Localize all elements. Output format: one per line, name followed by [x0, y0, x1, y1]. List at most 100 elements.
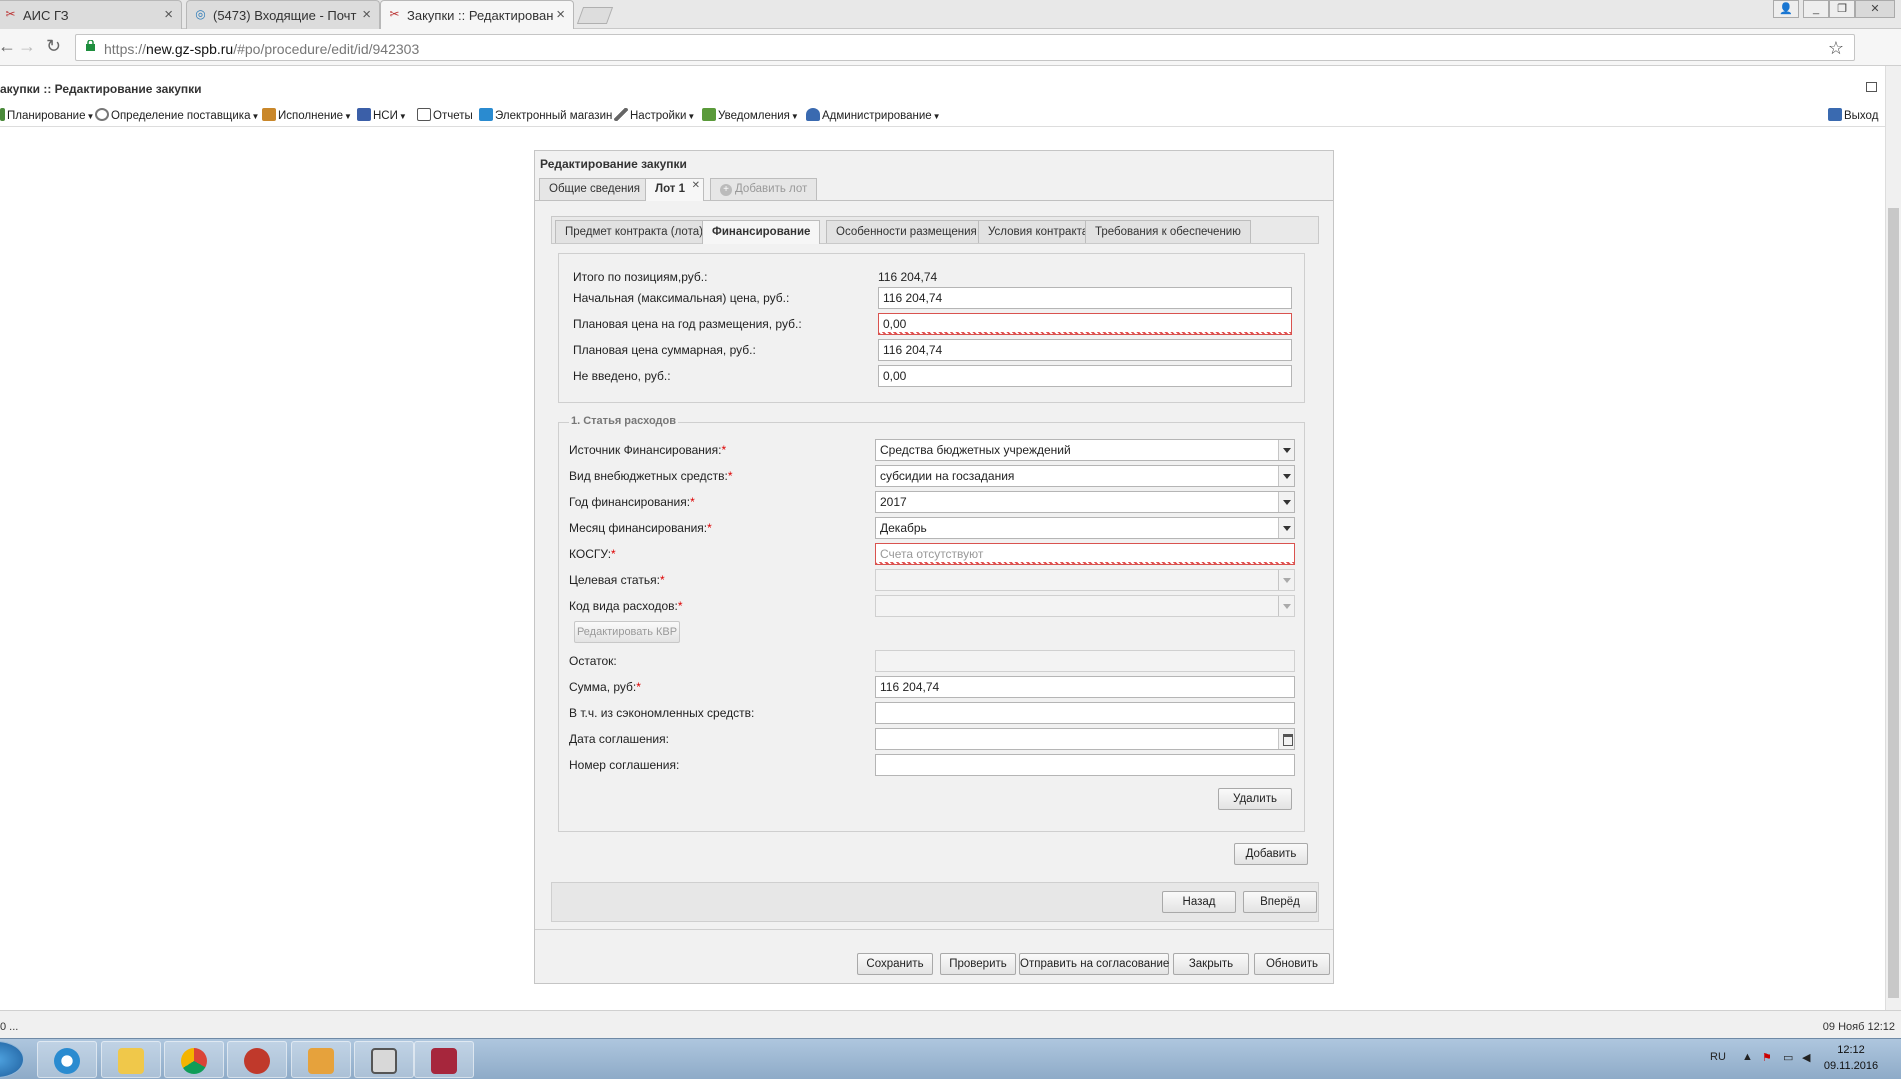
menu-label: Исполнение [278, 110, 344, 122]
window-title: Редактирование закупки [540, 157, 687, 171]
menu-settings[interactable]: Настройки▼ [614, 108, 695, 122]
volume-icon[interactable]: ◀ [1802, 1051, 1810, 1064]
add-button[interactable]: Добавить [1234, 843, 1308, 865]
address-bar[interactable]: https://new.gz-spb.ru/#po/procedure/edit… [75, 34, 1855, 61]
close-window-icon[interactable]: ✕ [1855, 0, 1895, 18]
tab-lot-1[interactable]: Лот 1 ✕ [645, 178, 705, 201]
browser-tab-ais[interactable]: ✂ АИС ГЗ × [0, 0, 182, 29]
tab-contract-terms[interactable]: Условия контракта [978, 220, 1099, 243]
ie-icon [54, 1048, 80, 1074]
chrome-taskbar-icon[interactable] [164, 1041, 224, 1078]
url-scheme: https:// [104, 41, 147, 57]
delete-button[interactable]: Удалить [1218, 788, 1292, 810]
restore-icon[interactable]: ❐ [1829, 0, 1855, 18]
browser-tab-procurement[interactable]: ✂ Закупки :: Редактирован × [380, 0, 574, 29]
chevron-down-icon[interactable] [1278, 518, 1294, 538]
bookmark-star-icon[interactable]: ☆ [1828, 38, 1844, 59]
minimize-icon[interactable]: _ [1803, 0, 1829, 18]
chevron-down-icon[interactable] [1278, 492, 1294, 512]
menu-supplier[interactable]: Определение поставщика▼ [95, 108, 259, 122]
menu-eshop[interactable]: Электронный магазин [479, 108, 612, 122]
tab-financing[interactable]: Финансирование [702, 220, 821, 244]
chevron-down-icon[interactable] [1278, 570, 1294, 590]
items-total-value: 116 204,74 [878, 270, 938, 284]
back-arrow-icon[interactable]: ← [0, 36, 16, 57]
divider [535, 929, 1333, 930]
network-app-taskbar-icon[interactable] [354, 1041, 414, 1078]
browser-tab-mail[interactable]: ◎ (5473) Входящие - Почт × [186, 0, 380, 29]
media-taskbar-icon[interactable] [291, 1041, 351, 1078]
notifications-icon [702, 108, 716, 121]
tab-label: Финансирование [712, 226, 811, 238]
nmc-field[interactable]: 116 204,74 [878, 287, 1292, 309]
taskbar-clock[interactable]: 12:12 09.11.2016 [1818, 1042, 1884, 1074]
kosgu-field[interactable]: Счета отсутствуют [875, 543, 1295, 565]
chevron-down-icon[interactable] [1278, 440, 1294, 460]
tab-add-lot[interactable]: + Добавить лот [710, 178, 818, 200]
menu-label: Уведомления [718, 110, 790, 122]
plan-year-field[interactable]: 0,00 [878, 313, 1292, 335]
tab-contract-subject[interactable]: Предмет контракта (лота) [555, 220, 713, 243]
reload-icon[interactable]: ↻ [46, 36, 61, 57]
target-select[interactable] [875, 569, 1295, 591]
year-select[interactable]: 2017 [875, 491, 1295, 513]
page-scrollbar[interactable] [1885, 66, 1901, 1010]
mail-favicon-icon: ◎ [195, 7, 206, 21]
forward-button[interactable]: Вперёд [1243, 891, 1317, 913]
language-indicator[interactable]: RU [1710, 1051, 1726, 1063]
start-button-icon[interactable] [0, 1041, 24, 1078]
user-icon[interactable]: 👤 [1773, 0, 1799, 18]
close-tab-icon[interactable]: ✕ [692, 180, 700, 191]
close-icon[interactable]: × [362, 6, 371, 23]
save-button[interactable]: Сохранить [857, 953, 933, 975]
menu-execution[interactable]: Исполнение▼ [262, 108, 352, 122]
access-taskbar-icon[interactable] [414, 1041, 474, 1078]
edit-kvr-button[interactable]: Редактировать КВР [574, 621, 680, 643]
power-icon[interactable]: ▭ [1783, 1051, 1793, 1064]
refresh-button[interactable]: Обновить [1254, 953, 1330, 975]
kind-select[interactable]: субсидии на госзадания [875, 465, 1295, 487]
browser-tab-title: Закупки :: Редактирован [407, 8, 554, 23]
sum-field[interactable]: 116 204,74 [875, 676, 1295, 698]
chevron-down-icon[interactable] [1278, 596, 1294, 616]
menu-notifications[interactable]: Уведомления▼ [702, 108, 799, 122]
close-icon[interactable]: × [164, 6, 173, 23]
menu-nsi[interactable]: НСИ▼ [357, 108, 407, 122]
agreement-number-label: Номер соглашения: [569, 758, 680, 772]
menu-planning[interactable]: Планирование▼ [0, 108, 94, 122]
clock-date: 09.11.2016 [1823, 1060, 1879, 1072]
collapse-icon[interactable] [1866, 82, 1877, 92]
month-select[interactable]: Декабрь [875, 517, 1295, 539]
send-for-approval-button[interactable]: Отправить на согласование [1019, 953, 1169, 975]
reports-icon [417, 108, 431, 121]
tab-placement-features[interactable]: Особенности размещения [826, 220, 987, 243]
app-taskbar-icon[interactable] [227, 1041, 287, 1078]
tab-general-info[interactable]: Общие сведения [539, 178, 650, 200]
ie-taskbar-icon[interactable] [37, 1041, 97, 1078]
source-select[interactable]: Средства бюджетных учреждений [875, 439, 1295, 461]
close-button[interactable]: Закрыть [1173, 953, 1249, 975]
agreement-date-field[interactable] [875, 728, 1295, 750]
totals-panel: Итого по позициям,руб.: 116 204,74 Начал… [558, 253, 1305, 403]
new-tab-button[interactable] [576, 7, 614, 24]
status-datetime: 09 Нояб 12:12 [1822, 1021, 1895, 1033]
menu-admin[interactable]: Администрирование▼ [806, 108, 941, 122]
logout-link[interactable]: Выход [1828, 108, 1878, 122]
check-button[interactable]: Проверить [940, 953, 1016, 975]
calendar-icon[interactable] [1278, 729, 1294, 749]
network-error-icon[interactable]: ⚑ [1762, 1051, 1772, 1064]
forward-arrow-icon[interactable]: → [18, 36, 36, 57]
tray-expand-icon[interactable]: ▲ [1742, 1051, 1753, 1063]
not-entered-field[interactable]: 0,00 [878, 365, 1292, 387]
agreement-number-field[interactable] [875, 754, 1295, 776]
plan-sum-field[interactable]: 116 204,74 [878, 339, 1292, 361]
kvr-select[interactable] [875, 595, 1295, 617]
chevron-down-icon[interactable] [1278, 466, 1294, 486]
close-icon[interactable]: × [556, 6, 565, 23]
scrollbar-thumb[interactable] [1888, 208, 1899, 998]
tab-security-requirements[interactable]: Требования к обеспечению [1085, 220, 1251, 243]
explorer-taskbar-icon[interactable] [101, 1041, 161, 1078]
back-button[interactable]: Назад [1162, 891, 1236, 913]
menu-reports[interactable]: Отчеты [417, 108, 473, 122]
saved-funds-field[interactable] [875, 702, 1295, 724]
